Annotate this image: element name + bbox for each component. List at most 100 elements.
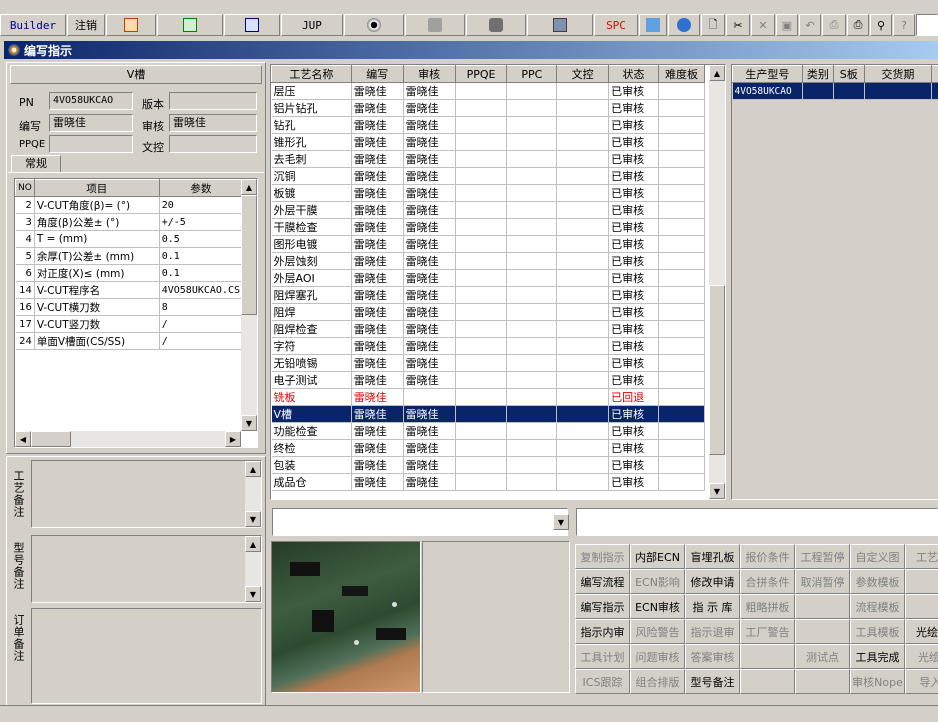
undo-button[interactable]: ↶ <box>799 14 821 36</box>
cut-button[interactable]: ✂ <box>726 14 750 36</box>
review-cell[interactable]: 雷晓佳 <box>403 99 456 117</box>
wenkong-cell[interactable] <box>556 388 610 406</box>
delivery-cell[interactable] <box>864 82 933 100</box>
scroll-up-icon[interactable]: ▲ <box>709 65 725 81</box>
writer-cell[interactable]: 雷晓佳 <box>351 252 404 270</box>
ppc-cell[interactable] <box>506 150 558 168</box>
scroll-up-icon[interactable]: ▲ <box>241 179 257 195</box>
process-name-cell[interactable]: 字符 <box>271 337 352 355</box>
pn-field[interactable]: 4VO58UKCAO <box>49 92 133 110</box>
param-no-cell[interactable]: 4 <box>15 230 35 248</box>
writer-cell[interactable]: 雷晓佳 <box>351 303 404 321</box>
difficulty-cell[interactable] <box>658 269 705 287</box>
ppqe-cell[interactable] <box>455 184 508 202</box>
difficulty-cell[interactable] <box>658 422 705 440</box>
writer-field[interactable]: 雷晓佳 <box>49 114 133 132</box>
review-cell[interactable]: 雷晓佳 <box>403 235 456 253</box>
process-remark-scroll[interactable]: ▲ ▼ <box>245 461 261 527</box>
difficulty-cell[interactable] <box>658 473 705 491</box>
ppc-cell[interactable] <box>506 473 558 491</box>
review-cell[interactable]: 雷晓佳 <box>403 82 456 100</box>
ppc-cell[interactable] <box>506 337 558 355</box>
writer-cell[interactable]: 雷晓佳 <box>351 405 404 423</box>
difficulty-cell[interactable] <box>658 201 705 219</box>
ppqe-cell[interactable] <box>455 218 508 236</box>
ppqe-cell[interactable] <box>455 320 508 338</box>
review-cell[interactable]: 雷晓佳 <box>403 354 456 372</box>
process-name-cell[interactable]: 去毛刺 <box>271 150 352 168</box>
process-name-cell[interactable]: 沉铜 <box>271 167 352 185</box>
tab-general[interactable]: 常规 <box>11 155 61 173</box>
word-button[interactable] <box>224 14 280 36</box>
logout-button[interactable]: 注销 <box>67 14 105 36</box>
process-header-review[interactable]: 审核 <box>402 65 456 83</box>
process-name-cell[interactable]: 锥形孔 <box>271 133 352 151</box>
action-button[interactable]: 工具模板 <box>850 619 905 644</box>
ppc-cell[interactable] <box>506 354 558 372</box>
process-scroll-thumb[interactable] <box>709 285 725 455</box>
table-row[interactable]: 14 V-CUT程序名 4VO58UKCAO.CS <box>15 281 244 299</box>
writer-cell[interactable]: 雷晓佳 <box>351 218 404 236</box>
param-item-cell[interactable]: T = (mm) <box>34 230 160 248</box>
writer-cell[interactable]: 雷晓佳 <box>351 371 404 389</box>
action-button[interactable]: 工具完成 <box>850 644 905 669</box>
status-cell[interactable]: 已审核 <box>608 439 659 457</box>
status-cell[interactable]: 已审核 <box>608 82 659 100</box>
scroll-up-icon[interactable]: ▲ <box>245 536 261 552</box>
param-item-cell[interactable]: 角度(β)公差± (°) <box>34 213 160 231</box>
review-cell[interactable]: 雷晓佳 <box>403 303 456 321</box>
table-row[interactable]: 4VO58UKCAO <box>732 82 938 100</box>
param-item-cell[interactable]: V-CUT横刀数 <box>34 298 160 316</box>
process-name-cell[interactable]: 包装 <box>271 456 352 474</box>
action-button[interactable]: 指示内审 <box>575 619 630 644</box>
ppc-cell[interactable] <box>506 82 558 100</box>
process-name-cell[interactable]: 铣板 <box>271 388 352 406</box>
difficulty-cell[interactable] <box>658 252 705 270</box>
process-name-cell[interactable]: 图形电镀 <box>271 235 352 253</box>
model-header-model[interactable]: 生产型号 <box>732 65 803 83</box>
scroll-down-icon[interactable]: ▼ <box>245 511 261 527</box>
wenkong-cell[interactable] <box>556 167 610 185</box>
model-header-delivery[interactable]: 交货期 <box>863 65 933 83</box>
calendar-button[interactable] <box>639 14 667 36</box>
preview-button[interactable]: ⎙ <box>822 14 846 36</box>
wenkong-cell[interactable] <box>556 218 610 236</box>
ppqe-cell[interactable] <box>455 150 508 168</box>
ppc-cell[interactable] <box>506 371 558 389</box>
writer-cell[interactable]: 雷晓佳 <box>351 150 404 168</box>
chevron-down-icon[interactable]: ▼ <box>553 514 569 530</box>
ppqe-cell[interactable] <box>455 422 508 440</box>
process-header-name[interactable]: 工艺名称 <box>271 65 352 83</box>
writer-cell[interactable]: 雷晓佳 <box>351 201 404 219</box>
status-cell[interactable]: 已审核 <box>608 116 659 134</box>
param-value-cell[interactable]: 4VO58UKCAO.CS <box>159 281 244 299</box>
process-name-cell[interactable]: 干膜检查 <box>271 218 352 236</box>
param-no-cell[interactable]: 2 <box>15 196 35 214</box>
builder-button[interactable]: Builder <box>0 14 66 36</box>
writer-cell[interactable]: 雷晓佳 <box>351 184 404 202</box>
ppqe-cell[interactable] <box>455 133 508 151</box>
action-button[interactable]: ECN影响 <box>630 569 685 594</box>
action-button[interactable]: 工厂警告 <box>740 619 795 644</box>
ppc-cell[interactable] <box>506 201 558 219</box>
ie-button[interactable] <box>668 14 700 36</box>
table-row[interactable]: 终检 雷晓佳 雷晓佳 已审核 <box>271 439 705 457</box>
param-value-cell[interactable]: +/-5 <box>159 213 244 231</box>
table-row[interactable]: 无铅喷锡 雷晓佳 雷晓佳 已审核 <box>271 354 705 372</box>
param-no-cell[interactable]: 17 <box>15 315 35 333</box>
process-header-wenkong[interactable]: 文控 <box>556 65 610 83</box>
status-cell[interactable]: 已审核 <box>608 167 659 185</box>
table-row[interactable]: 阻焊检查 雷晓佳 雷晓佳 已审核 <box>271 320 705 338</box>
ppqe-cell[interactable] <box>455 235 508 253</box>
model-header-extra[interactable] <box>931 65 938 83</box>
process-name-cell[interactable]: 阻焊塞孔 <box>271 286 352 304</box>
table-row[interactable]: 外层干膜 雷晓佳 雷晓佳 已审核 <box>271 201 705 219</box>
ppqe-cell[interactable] <box>455 354 508 372</box>
param-hscroll-thumb[interactable] <box>31 431 71 447</box>
table-row[interactable]: 24 单面V槽面(CS/SS) / <box>15 332 244 350</box>
wenkong-cell[interactable] <box>556 405 610 423</box>
action-button[interactable]: 合拼条件 <box>740 569 795 594</box>
process-name-cell[interactable]: 电子测试 <box>271 371 352 389</box>
action-button[interactable]: ECN审核 <box>630 594 685 619</box>
review-cell[interactable]: 雷晓佳 <box>403 337 456 355</box>
